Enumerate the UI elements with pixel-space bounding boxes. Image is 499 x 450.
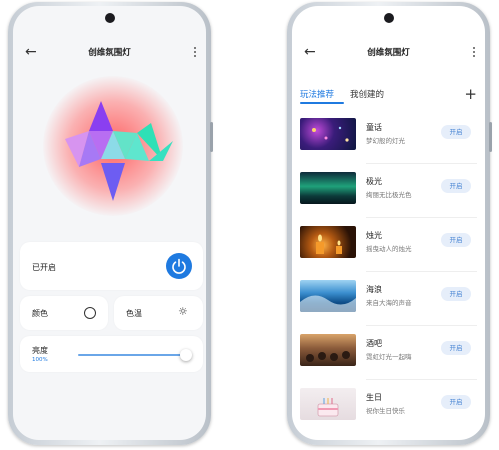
tab-bar: 玩法推荐 我创建的 + [292, 85, 485, 108]
top-bar: ← 创维氛围灯 [292, 44, 485, 64]
power-button[interactable] [166, 253, 192, 279]
scene-name: 酒吧 [366, 339, 382, 348]
scene-description: 绚丽无比极光色 [366, 191, 412, 199]
color-card[interactable]: 颜色 [20, 296, 108, 330]
scene-thumbnail [300, 334, 356, 366]
color-label: 颜色 [32, 309, 48, 318]
scene-thumbnail [300, 280, 356, 312]
brightness-slider[interactable] [78, 354, 186, 356]
triangle-light-panels [65, 101, 173, 201]
brightness-slider-thumb[interactable] [180, 349, 192, 361]
scene-thumbnail [300, 388, 356, 420]
scene-name: 海浪 [366, 285, 382, 294]
power-card: 已开启 [20, 242, 203, 290]
turn-on-button[interactable]: 开启 [441, 395, 471, 409]
scene-name: 生日 [366, 393, 382, 402]
brightness-value: 100% [32, 357, 48, 363]
scene-description: 霓虹灯光一起嗨 [366, 353, 412, 361]
plus-icon[interactable]: + [464, 85, 477, 103]
scene-item-waves[interactable]: 海浪 来自大海的声音 开启 [292, 272, 485, 326]
color-temp-label: 色温 [126, 309, 142, 318]
color-circle-icon [84, 307, 96, 319]
turn-on-button[interactable]: 开启 [441, 125, 471, 139]
side-button [210, 122, 213, 152]
scene-thumbnail [300, 226, 356, 258]
turn-on-button[interactable]: 开启 [441, 287, 471, 301]
left-phone: ← 创维氛围灯 已开启 颜色 色温 ☼ 亮度 100% [8, 2, 213, 445]
side-button [489, 122, 492, 152]
page-title: 创维氛围灯 [367, 48, 410, 58]
front-camera [383, 13, 394, 23]
scene-description: 摇曳动人的烛光 [366, 245, 412, 253]
tab-my-created[interactable]: 我创建的 [350, 88, 384, 100]
scene-item-aurora[interactable]: 极光 绚丽无比极光色 开启 [292, 164, 485, 218]
panel-tri-1 [89, 101, 113, 131]
scene-thumbnail [300, 118, 356, 150]
right-phone: ← 创维氛围灯 玩法推荐 我创建的 + 童话 梦幻般的灯光 开启 极光 绚丽无比… [287, 2, 492, 445]
light-control-screen: ← 创维氛围灯 已开启 颜色 色温 ☼ 亮度 100% [13, 6, 206, 440]
scene-item-birthday[interactable]: 生日 祝你生日快乐 开启 [292, 380, 485, 434]
power-icon [172, 258, 186, 274]
scene-description: 来自大海的声音 [366, 299, 412, 307]
page-title: 创维氛围灯 [88, 48, 131, 58]
active-tab-indicator [300, 102, 344, 104]
scene-name: 童话 [366, 123, 382, 132]
turn-on-button[interactable]: 开启 [441, 179, 471, 193]
sun-icon: ☼ [178, 305, 188, 318]
scene-item-fairytale[interactable]: 童话 梦幻般的灯光 开启 [292, 110, 485, 164]
scene-name: 极光 [366, 177, 382, 186]
brightness-card: 亮度 100% [20, 336, 203, 372]
more-vertical-icon[interactable] [473, 45, 475, 59]
top-bar: ← 创维氛围灯 [13, 44, 206, 64]
scene-description: 祝你生日快乐 [366, 407, 405, 415]
scene-thumbnail [300, 172, 356, 204]
scene-item-candlelight[interactable]: 烛光 摇曳动人的烛光 开启 [292, 218, 485, 272]
brightness-label: 亮度 [32, 346, 48, 355]
scene-list-screen: ← 创维氛围灯 玩法推荐 我创建的 + 童话 梦幻般的灯光 开启 极光 绚丽无比… [292, 6, 485, 440]
scene-name: 烛光 [366, 231, 382, 240]
more-vertical-icon[interactable] [194, 45, 196, 59]
turn-on-button[interactable]: 开启 [441, 233, 471, 247]
scene-description: 梦幻般的灯光 [366, 137, 405, 145]
turn-on-button[interactable]: 开启 [441, 341, 471, 355]
tab-recommended[interactable]: 玩法推荐 [300, 88, 334, 100]
front-camera [104, 13, 115, 23]
panel-tri-10 [101, 163, 125, 201]
scene-item-bar[interactable]: 酒吧 霓虹灯光一起嗨 开启 [292, 326, 485, 380]
power-status-label: 已开启 [32, 263, 56, 272]
color-temp-card[interactable]: 色温 ☼ [114, 296, 203, 330]
